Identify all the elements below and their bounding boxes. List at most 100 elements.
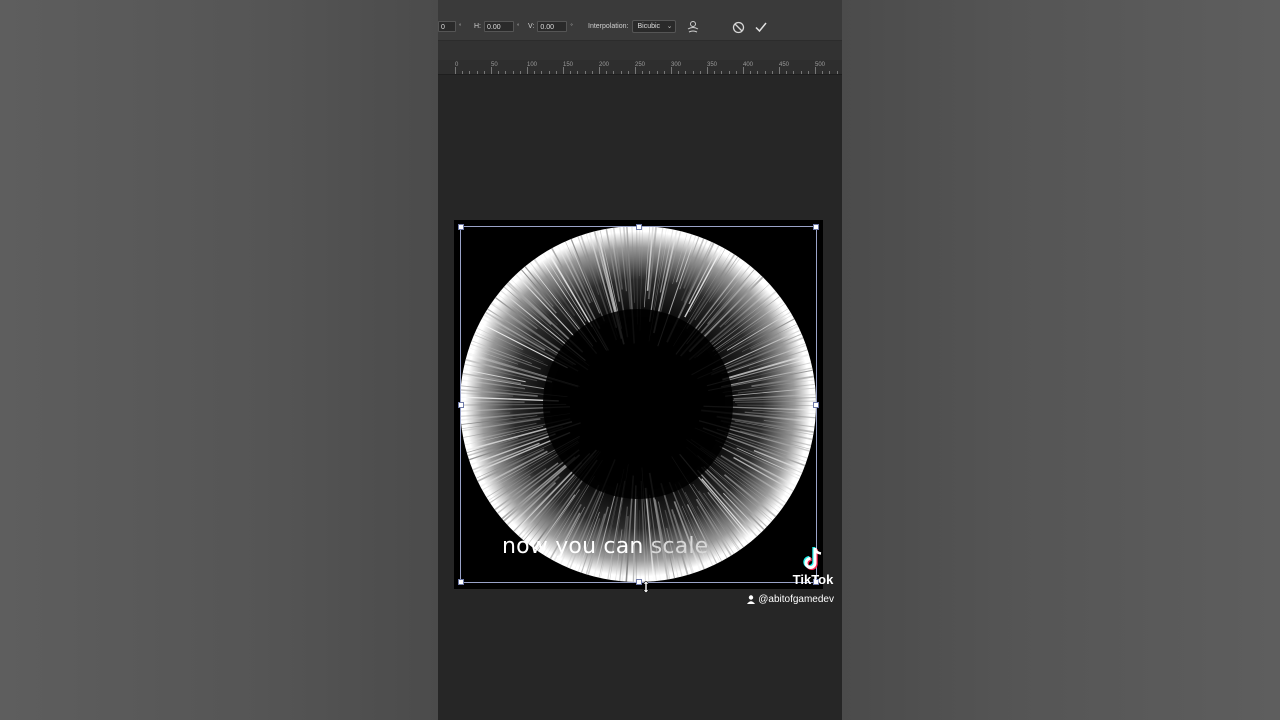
chevron-down-icon: ⌄ (666, 23, 673, 30)
ruler-tick (505, 71, 506, 74)
ruler-tick (837, 71, 838, 74)
ruler-tick (462, 71, 463, 74)
ruler-tick (642, 71, 643, 74)
ruler-label: 50 (491, 62, 498, 68)
ruler-tick (498, 71, 499, 74)
ruler-tick (729, 71, 730, 74)
ruler-label: 150 (563, 62, 574, 68)
ruler-tick (527, 67, 528, 74)
ruler-tick (556, 71, 557, 74)
v-skew-group: V: 0.00 ° (528, 20, 573, 33)
ruler-tick (541, 71, 542, 74)
interpolation-group: Interpolation: Bicubic ⌄ (588, 20, 677, 33)
ruler-tick (520, 71, 521, 74)
cancel-icon[interactable] (730, 19, 746, 35)
ruler-tick (563, 67, 564, 74)
ruler-tick (585, 71, 586, 74)
ruler-tick (534, 71, 535, 74)
ruler-tick (628, 71, 629, 74)
handle-middle-left[interactable] (458, 402, 464, 408)
caption-main: now you can (502, 534, 651, 559)
handle-middle-right[interactable] (813, 402, 819, 408)
h-unit: ° (517, 23, 520, 30)
ruler-tick (693, 71, 694, 74)
scale-cursor-icon (642, 581, 650, 593)
ruler-label: 350 (707, 62, 718, 68)
ruler-tick (765, 71, 766, 74)
ruler-tick (599, 67, 600, 74)
ruler-tick (772, 71, 773, 74)
ruler-tick (808, 71, 809, 74)
blurred-background-right (842, 0, 1280, 720)
ruler-label: 400 (743, 62, 754, 68)
ruler-tick (577, 71, 578, 74)
ruler-tick (664, 71, 665, 74)
ruler-label: 250 (635, 62, 646, 68)
interpolation-value: Bicubic (637, 23, 661, 30)
ruler-tick (484, 71, 485, 74)
ruler-tick (801, 71, 802, 74)
ruler-tick (570, 71, 571, 74)
ruler-tick (714, 71, 715, 74)
ruler-tick (477, 71, 478, 74)
h-skew-field[interactable]: 0.00 (484, 21, 514, 32)
ruler-tick (750, 71, 751, 74)
blurred-background-left (0, 0, 438, 720)
ruler-tick (635, 67, 636, 74)
ruler-tick (822, 71, 823, 74)
horizontal-ruler[interactable]: 0 50 100 150 200 250 300 350 400 450 500 (438, 60, 842, 75)
handle-bottom-left[interactable] (458, 579, 464, 585)
h-skew-label: H: (474, 23, 481, 30)
ruler-area: 0 50 100 150 200 250 300 350 400 450 500 (438, 41, 842, 75)
ruler-tick (592, 71, 593, 74)
ruler-label: 450 (779, 62, 790, 68)
creator-handle-text: @abitofgamedev (758, 594, 834, 605)
ruler-label: 500 (815, 62, 826, 68)
ruler-tick (685, 71, 686, 74)
handle-top-right[interactable] (813, 224, 819, 230)
ruler-tick (743, 67, 744, 74)
ruler-tick (721, 71, 722, 74)
video-caption: now you can scale (502, 534, 708, 559)
ruler-tick (455, 67, 456, 74)
transform-bounding-box[interactable] (458, 224, 819, 585)
ruler-tick (829, 71, 830, 74)
interpolation-label: Interpolation: (588, 23, 629, 30)
handle-top-center[interactable] (636, 224, 642, 230)
w-rotation-field[interactable]: 0 (438, 21, 456, 32)
ruler-tick (736, 71, 737, 74)
ruler-tick (491, 67, 492, 74)
ruler-tick (707, 67, 708, 74)
ruler-tick (678, 71, 679, 74)
ruler-tick (793, 71, 794, 74)
ruler-tick (700, 71, 701, 74)
transform-options-bar: 0 ° H: 0.00 ° V: 0.00 ° Interpolation: B… (438, 0, 842, 41)
v-skew-field[interactable]: 0.00 (537, 21, 568, 32)
warp-puppet-icon[interactable] (685, 19, 701, 35)
tiktok-watermark: TikTok (790, 546, 836, 587)
ruler-tick (469, 71, 470, 74)
ruler-label: 100 (527, 62, 538, 68)
v-unit: ° (570, 23, 573, 30)
tiktok-brand-text: TikTok (792, 572, 834, 587)
ruler-tick (649, 71, 650, 74)
caption-dim: scale (650, 534, 709, 559)
video-frame: 0 ° H: 0.00 ° V: 0.00 ° Interpolation: B… (438, 0, 842, 720)
user-icon (747, 595, 756, 604)
ruler-tick (757, 71, 758, 74)
ruler-tick (779, 67, 780, 74)
ruler-tick (613, 71, 614, 74)
ruler-tick (606, 71, 607, 74)
handle-top-left[interactable] (458, 224, 464, 230)
w-rotation-group: 0 ° (438, 20, 461, 33)
ruler-tick (815, 67, 816, 74)
commit-check-icon[interactable] (753, 19, 769, 35)
ruler-tick (621, 71, 622, 74)
ruler-label: 300 (671, 62, 682, 68)
tiktok-logo-icon (803, 547, 822, 570)
ruler-label: 200 (599, 62, 610, 68)
ruler-tick (671, 67, 672, 74)
ruler-tick (549, 71, 550, 74)
v-skew-label: V: (528, 23, 535, 30)
interpolation-select[interactable]: Bicubic ⌄ (632, 20, 677, 33)
